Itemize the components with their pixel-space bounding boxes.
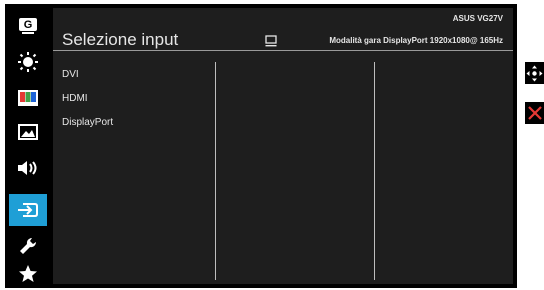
color-icon xyxy=(18,90,38,106)
input-option-dvi[interactable]: DVI xyxy=(62,69,212,93)
sidebar-item-favorite[interactable] xyxy=(9,258,47,290)
brightness-icon xyxy=(18,52,38,72)
sidebar: G xyxy=(5,4,51,288)
model-name: ASUS VG27V xyxy=(452,14,503,23)
sidebar-item-sound[interactable] xyxy=(9,152,47,184)
sidebar-item-brightness[interactable] xyxy=(9,46,47,78)
sound-icon xyxy=(18,161,37,175)
sidebar-item-gameplus[interactable]: G xyxy=(9,10,47,42)
gameplus-label: G xyxy=(24,19,33,31)
settings-wrench-icon xyxy=(20,237,37,254)
move-button[interactable] xyxy=(525,62,544,84)
column-divider xyxy=(215,62,216,280)
input-list: DVI HDMI DisplayPort xyxy=(62,69,212,141)
close-icon xyxy=(527,106,542,120)
move-icon xyxy=(526,65,543,81)
favorite-star-icon xyxy=(19,265,37,282)
gameplus-icon: G xyxy=(19,18,37,34)
page-title: Selezione input xyxy=(62,30,179,49)
sidebar-item-color[interactable] xyxy=(9,82,47,114)
osd-menu: G Selezione input ASUS VG27V Modalità ga… xyxy=(5,4,517,288)
column-divider xyxy=(374,62,375,280)
main-panel: Selezione input ASUS VG27V Modalità gara… xyxy=(53,8,513,284)
close-button[interactable] xyxy=(525,102,544,124)
input-option-displayport[interactable]: DisplayPort xyxy=(62,117,212,141)
header-divider xyxy=(53,50,513,51)
image-icon xyxy=(18,124,38,140)
input-option-hdmi[interactable]: HDMI xyxy=(62,93,212,117)
sidebar-item-input[interactable] xyxy=(9,194,47,226)
mode-status: Modalità gara DisplayPort 1920x1080@ 165… xyxy=(329,36,503,45)
input-icon xyxy=(18,203,38,217)
sidebar-item-image[interactable] xyxy=(9,116,47,148)
monitor-icon xyxy=(265,35,277,47)
